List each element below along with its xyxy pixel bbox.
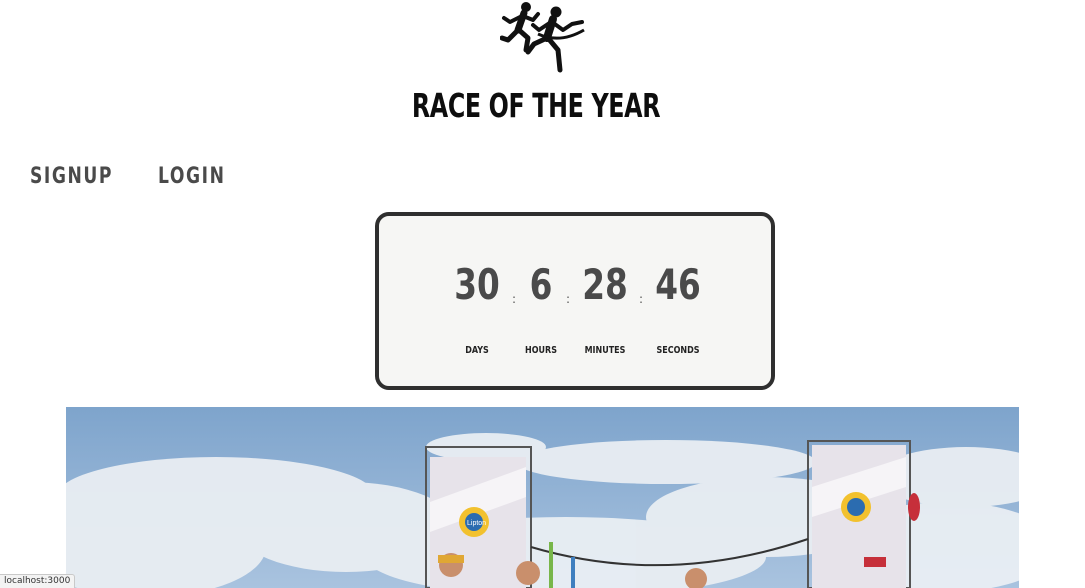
hero-finish-line-photo: Lipton bbox=[66, 407, 1019, 588]
countdown-seconds-label: SECONDS bbox=[656, 345, 700, 356]
countdown-days-label: DAYS bbox=[465, 345, 489, 356]
runners-racing-icon bbox=[500, 2, 585, 73]
browser-status-url: localhost:3000 bbox=[0, 574, 76, 588]
banner-brand-text: Lipton bbox=[467, 520, 486, 527]
signup-link[interactable]: SIGNUP bbox=[30, 164, 112, 189]
countdown-timer: 30 : 6 : 28 : 46 DAYS HOURS MINUTES SECO… bbox=[375, 212, 775, 390]
countdown-separator: : bbox=[565, 292, 571, 306]
countdown-separator: : bbox=[638, 292, 644, 306]
countdown-minutes-label: MINUTES bbox=[584, 345, 626, 356]
main-nav: SIGNUP LOGIN bbox=[30, 164, 245, 189]
countdown-minutes-value: 28 bbox=[582, 260, 628, 309]
login-link[interactable]: LOGIN bbox=[158, 164, 226, 189]
countdown-hours-label: HOURS bbox=[525, 345, 557, 356]
countdown-hours-value: 6 bbox=[529, 260, 553, 309]
countdown-days-value: 30 bbox=[454, 260, 500, 309]
site-title: RACE OF THE YEAR bbox=[411, 86, 661, 125]
countdown-seconds-value: 46 bbox=[655, 260, 701, 309]
